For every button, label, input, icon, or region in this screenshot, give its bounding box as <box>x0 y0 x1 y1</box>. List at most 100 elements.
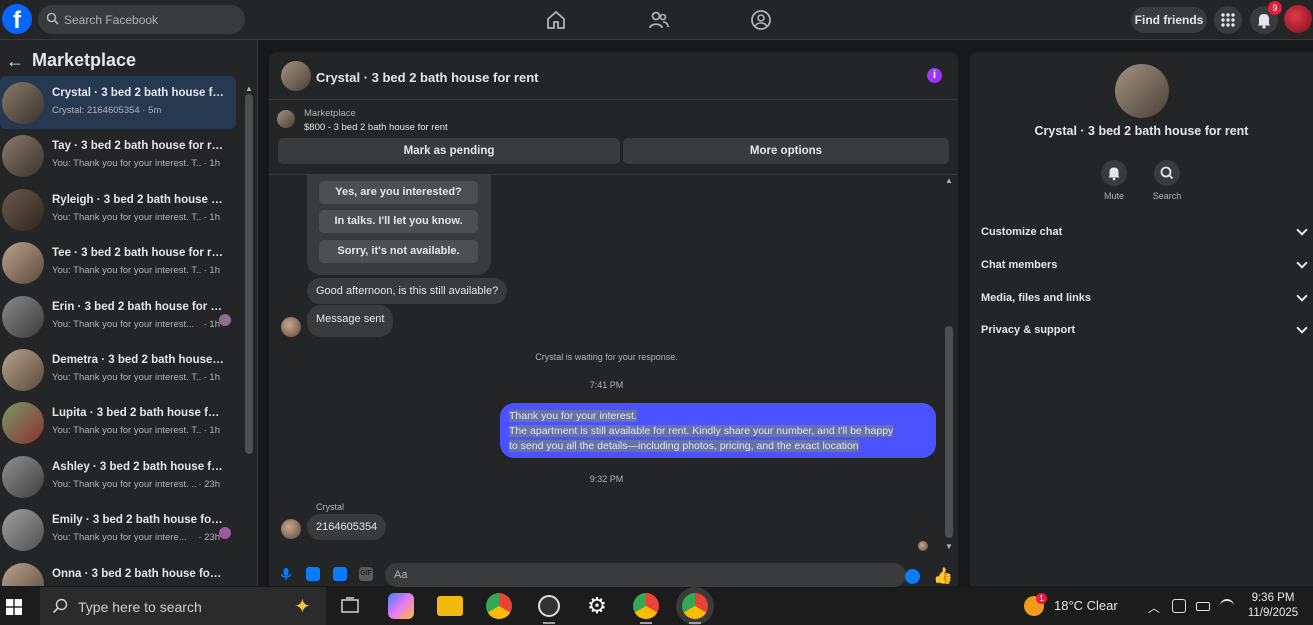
bell-icon <box>1108 167 1120 181</box>
copilot-app-icon[interactable] <box>388 593 414 619</box>
conversation-name: Demetra · 3 bed 2 bath house for rent <box>52 353 224 366</box>
microphone-icon[interactable] <box>279 567 293 581</box>
timestamp: 7:41 PM <box>589 380 624 390</box>
wifi-icon[interactable] <box>1220 599 1234 613</box>
quick-reply-button[interactable]: Yes, are you interested? <box>319 181 478 204</box>
conversation-preview: You: Thank you for your interest. T... · … <box>52 265 220 277</box>
find-friends-button[interactable]: Find friends <box>1131 7 1207 33</box>
file-explorer-icon[interactable] <box>437 596 463 616</box>
conversation-item[interactable]: Onna · 3 bed 2 bath house for rent <box>0 557 236 586</box>
search-button-circle <box>1154 160 1180 186</box>
conversation-item[interactable]: Ashley · 3 bed 2 bath house for rent You… <box>0 450 236 503</box>
listing-large-avatar[interactable] <box>1115 64 1169 118</box>
facebook-logo-icon[interactable]: f <box>2 4 32 34</box>
clock-time: 9:36 PM <box>1251 592 1295 604</box>
conversation-avatar <box>2 562 44 586</box>
sidebar-scroll-up-icon[interactable]: ▲ <box>245 84 253 93</box>
profile-avatar[interactable] <box>1284 5 1312 33</box>
message-thread: Yes, are you interested? In talks. I'll … <box>269 174 958 554</box>
conversation-preview: You: Thank you for your interest. T... · … <box>52 158 220 170</box>
sticker-icon[interactable] <box>333 567 347 581</box>
copilot-sparkle-icon[interactable]: ✦ <box>294 594 311 619</box>
quick-reply-button[interactable]: Sorry, it's not available. <box>319 240 478 263</box>
task-view-icon[interactable] <box>337 593 363 619</box>
groups-icon[interactable] <box>750 9 772 31</box>
gif-icon[interactable]: GIF <box>359 567 373 581</box>
outgoing-message-line: Thank you for your interest. <box>509 410 637 422</box>
obs-icon-circle <box>538 595 560 617</box>
chevron-down-icon <box>1296 290 1308 302</box>
customize-chat-section[interactable]: Customize chat <box>981 222 1308 242</box>
conversation-item[interactable]: Ryleigh · 3 bed 2 bath house for rent Yo… <box>0 183 236 236</box>
conversation-name: Lupita · 3 bed 2 bath house for rent <box>52 407 224 420</box>
chat-scrollbar[interactable]: ▲ ▼ <box>945 176 953 551</box>
conversation-time: · 23h <box>196 478 220 490</box>
chrome-active-icon[interactable] <box>682 593 708 624</box>
conversation-item[interactable]: Erin · 3 bed 2 bath house for rent You: … <box>0 290 236 343</box>
section-label: Media, files and links <box>981 292 1092 304</box>
conversation-item[interactable]: Tay · 3 bed 2 bath house for rent You: T… <box>0 129 236 182</box>
conversation-name: Crystal · 3 bed 2 bath house for rent <box>52 87 224 99</box>
search-icon <box>46 12 59 25</box>
sender-avatar <box>281 317 301 337</box>
media-files-links-section[interactable]: Media, files and links <box>981 288 1308 308</box>
conversation-time: · 1h <box>201 211 220 223</box>
outgoing-message: Thank you for your interest. The apartme… <box>500 403 936 458</box>
conversation-item[interactable]: Lupita · 3 bed 2 bath house for rent You… <box>0 396 236 449</box>
conversation-item[interactable]: Crystal · 3 bed 2 bath house for rent Cr… <box>0 76 236 130</box>
clock-date: 11/9/2025 <box>1247 607 1299 619</box>
settings-gear-icon[interactable]: ⚙ <box>584 593 610 619</box>
chevron-down-icon <box>1296 322 1308 334</box>
emoji-icon[interactable] <box>905 569 920 584</box>
participant-mini-avatar <box>219 527 231 540</box>
thumbs-up-icon[interactable]: 👍 <box>933 566 953 586</box>
privacy-support-section[interactable]: Privacy & support <box>981 320 1308 340</box>
conversation-avatar <box>2 82 44 124</box>
search-in-chat-button[interactable]: Search <box>1142 160 1192 201</box>
camera-icon[interactable] <box>1172 599 1186 613</box>
chrome-icon[interactable] <box>486 593 512 619</box>
conversation-preview: You: Thank you for your intere... · 23h <box>52 532 220 544</box>
conversation-avatar <box>2 295 44 338</box>
message-input[interactable]: Aa <box>385 563 906 587</box>
conversation-item[interactable]: Demetra · 3 bed 2 bath house for rent Yo… <box>0 343 236 396</box>
mute-button-circle <box>1101 160 1127 186</box>
chrome-profile-icon[interactable] <box>633 593 659 624</box>
more-options-button[interactable]: More options <box>623 138 949 164</box>
conversation-item[interactable]: Tee · 3 bed 2 bath house for rent You: T… <box>0 236 236 289</box>
photo-icon[interactable] <box>306 567 320 581</box>
conversation-avatar <box>2 135 44 178</box>
sidebar-scrollbar[interactable] <box>245 94 253 454</box>
back-arrow-icon[interactable]: ← <box>6 51 24 72</box>
conversation-name: Erin · 3 bed 2 bath house for rent <box>52 300 224 313</box>
scroll-up-icon[interactable]: ▲ <box>945 176 953 185</box>
chat-scroll-thumb[interactable] <box>945 326 953 538</box>
obs-app-icon[interactable] <box>536 593 562 624</box>
menu-grid-button[interactable] <box>1214 6 1242 34</box>
chat-title[interactable]: Crystal · 3 bed 2 bath house for rent <box>316 70 539 85</box>
quick-reply-button[interactable]: In talks. I'll let you know. <box>319 210 478 233</box>
conversation-time: · 23h <box>196 532 220 544</box>
incoming-message: Good afternoon, is this still available? <box>307 278 508 304</box>
home-icon[interactable] <box>545 9 567 31</box>
seen-indicator-avatar <box>918 541 928 551</box>
windows-start-icon[interactable] <box>6 599 22 615</box>
conversation-preview: You: Thank you for your interest. ... · 2… <box>52 478 220 490</box>
chat-listing-avatar[interactable] <box>281 61 311 91</box>
scroll-down-icon[interactable]: ▼ <box>945 542 953 551</box>
conversation-item[interactable]: Emily · 3 bed 2 bath house for rent You:… <box>0 503 236 556</box>
search-facebook-input[interactable]: Search Facebook <box>38 5 245 34</box>
friends-icon[interactable] <box>648 9 670 31</box>
chat-details-panel: Crystal · 3 bed 2 bath house for rent Mu… <box>970 52 1313 586</box>
system-clock[interactable]: 9:36 PM 11/9/2025 <box>1240 591 1306 621</box>
taskbar-search-box[interactable]: Type here to search ✦ <box>40 587 326 625</box>
mark-as-pending-button[interactable]: Mark as pending <box>278 138 620 164</box>
listing-title: $800 - 3 bed 2 bath house for rent <box>304 122 448 133</box>
timestamp: 9:32 PM <box>589 474 624 484</box>
info-icon[interactable]: i <box>927 68 942 83</box>
mute-button[interactable]: Mute <box>1089 160 1139 201</box>
chat-members-section[interactable]: Chat members <box>981 255 1308 275</box>
battery-icon[interactable] <box>1196 602 1210 611</box>
conversation-time: · 1h <box>201 425 220 437</box>
chevron-up-icon[interactable]: ︿ <box>1148 599 1162 615</box>
